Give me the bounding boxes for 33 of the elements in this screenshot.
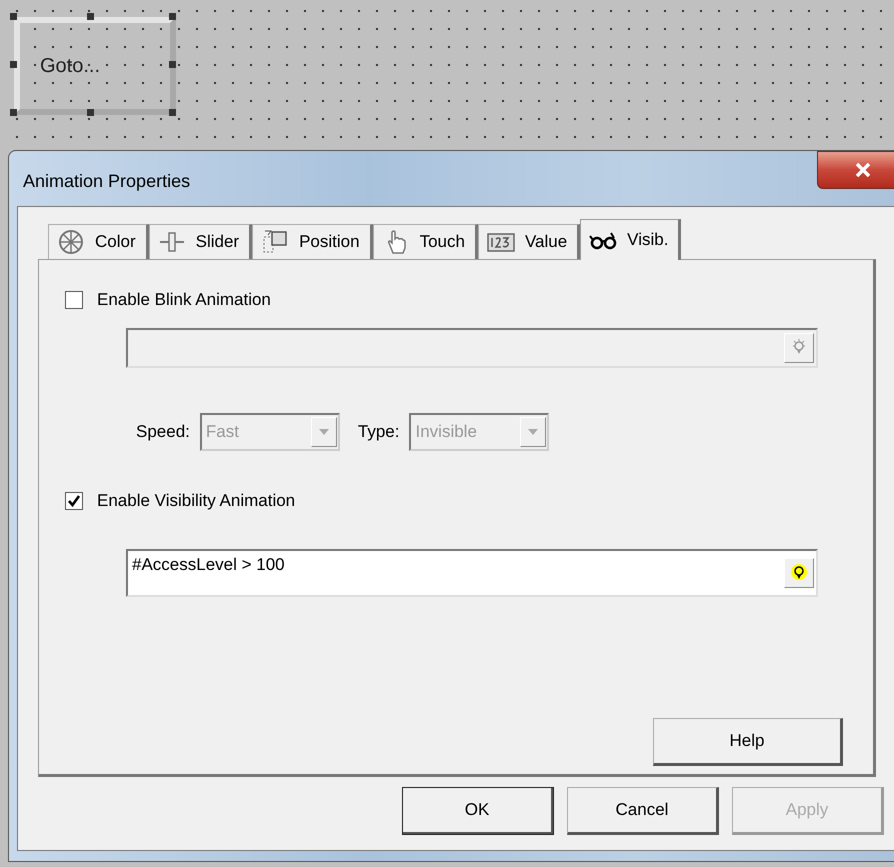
dialog-button[interactable]: OK: [402, 787, 554, 835]
resize-handle[interactable]: [169, 61, 176, 68]
tab[interactable]: Slider: [148, 224, 252, 259]
resize-handle[interactable]: [87, 13, 94, 20]
position-icon: [261, 229, 290, 255]
resize-handle[interactable]: [10, 13, 17, 20]
resize-handle[interactable]: [87, 109, 94, 116]
caret-icon: [527, 428, 540, 436]
tab[interactable]: Visib.: [580, 219, 682, 260]
tab[interactable]: Touch: [372, 224, 478, 259]
resize-handle[interactable]: [10, 61, 17, 68]
tab[interactable]: Color: [48, 224, 149, 259]
resize-handle[interactable]: [169, 13, 176, 20]
checkbox-label: Enable Blink Animation: [97, 290, 271, 310]
wheel-icon: [57, 229, 85, 255]
tab[interactable]: Value: [478, 224, 580, 259]
bulb-icon: [791, 563, 807, 583]
resize-handle[interactable]: [169, 109, 176, 116]
close-button[interactable]: [817, 150, 894, 188]
close-icon: [854, 162, 872, 178]
window-title: Animation Properties: [22, 170, 190, 192]
resize-handle[interactable]: [10, 109, 17, 116]
caret-icon: [318, 428, 330, 436]
bulb-button[interactable]: [784, 558, 814, 588]
tab[interactable]: Position: [252, 224, 373, 259]
field-label: Speed:: [136, 422, 190, 442]
checkbox[interactable]: [65, 291, 83, 309]
field-label: Type:: [358, 422, 400, 442]
checkbox-label: Enable Visibility Animation: [97, 491, 296, 511]
expression-field[interactable]: #AccessLevel > 100: [126, 549, 818, 597]
checkbox[interactable]: [65, 492, 83, 510]
help-button[interactable]: Help: [653, 718, 843, 766]
dialog-button[interactable]: Cancel: [567, 787, 719, 835]
